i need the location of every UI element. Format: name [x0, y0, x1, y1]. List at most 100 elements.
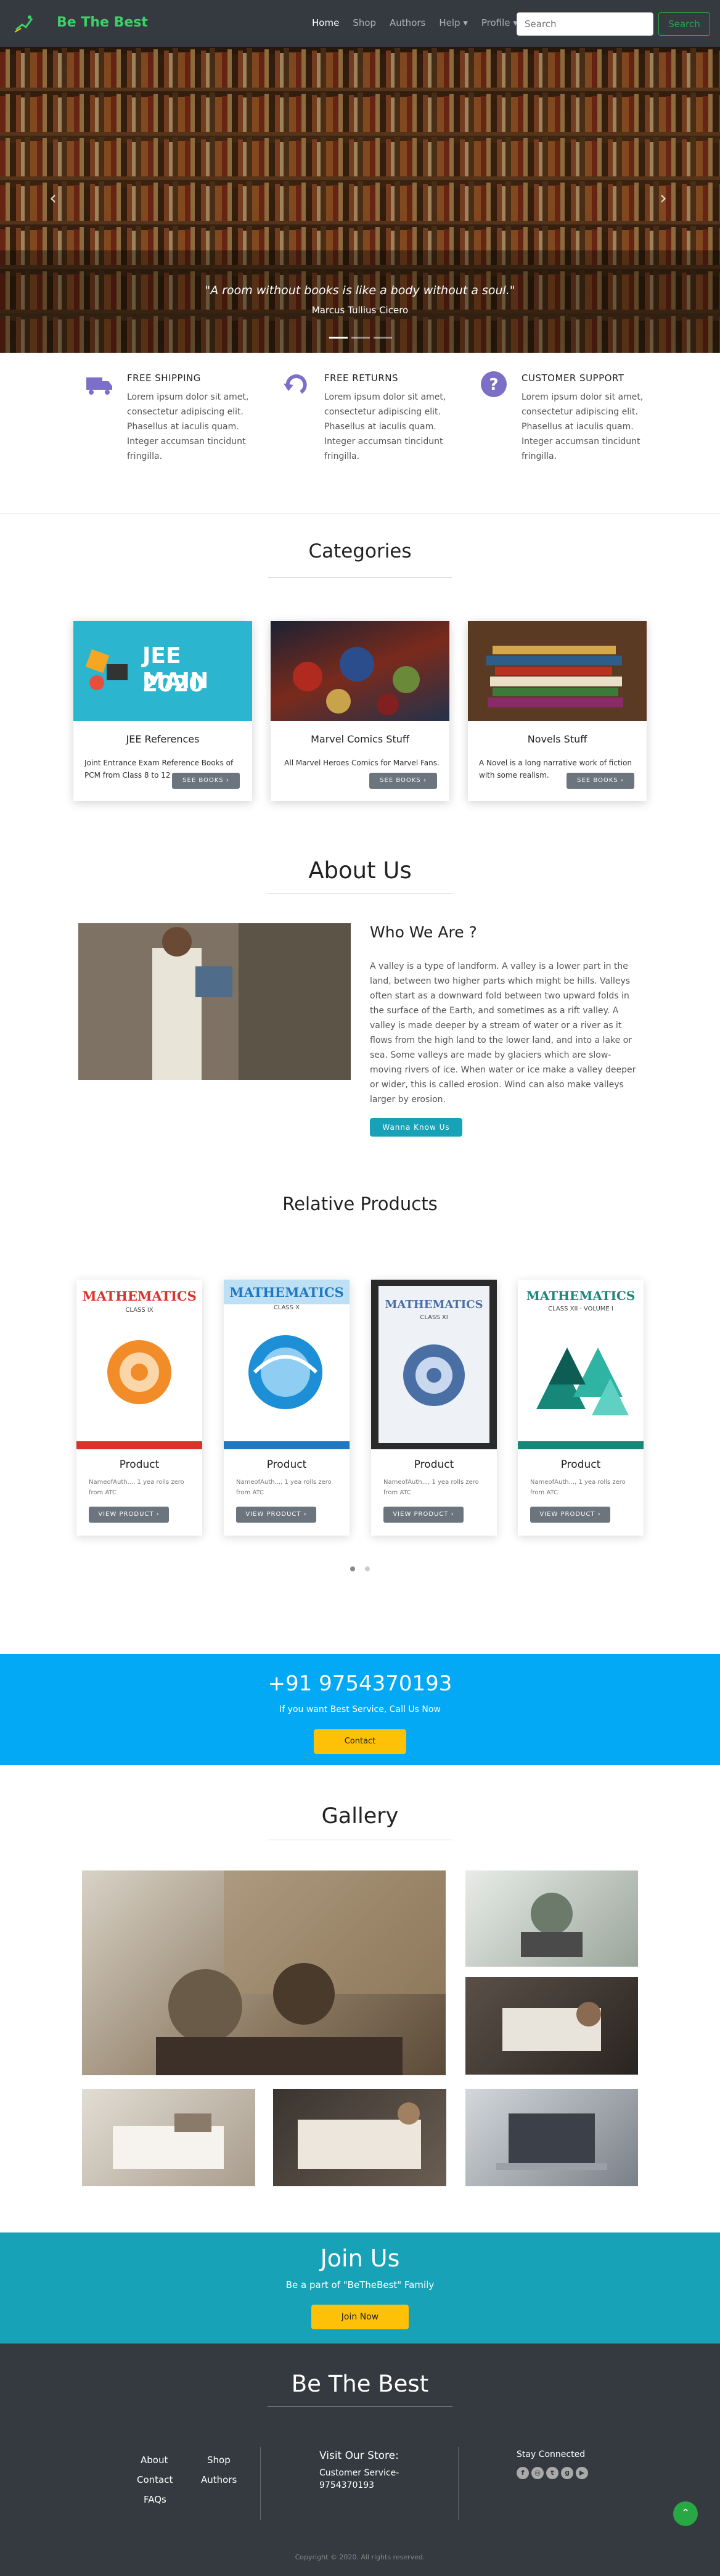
footer-separator: [458, 2447, 459, 2520]
hero-quote: "A room without books is like a body wit…: [205, 284, 515, 297]
see-books-button[interactable]: SEE BOOKS ›: [369, 773, 437, 789]
footer-title-underline: [268, 2406, 452, 2407]
nav-link-authors[interactable]: Authors: [390, 17, 425, 28]
gallery-image-large[interactable]: [82, 1870, 446, 2075]
instagram-icon[interactable]: ◎: [531, 2467, 544, 2479]
truck-icon: [86, 377, 112, 395]
category-name: JEE References: [126, 733, 200, 745]
gallery-desk-graphic: [298, 2102, 421, 2169]
footer-store-title: Visit Our Store:: [319, 2450, 399, 2462]
footer: Be The Best About Contact FAQs Shop Auth…: [0, 2344, 720, 2576]
gallery-image[interactable]: [273, 2089, 446, 2186]
join-now-button[interactable]: Join Now: [311, 2305, 409, 2329]
footer-link-about[interactable]: About: [141, 2455, 168, 2466]
category-card-jee: JEE MAIN 2020 JEE References Joint Entra…: [73, 621, 252, 801]
footer-link-contact[interactable]: Contact: [137, 2474, 173, 2485]
wanna-know-us-button[interactable]: Wanna Know Us: [370, 1118, 462, 1137]
carousel-prev-icon[interactable]: ‹: [49, 187, 57, 209]
brand-name[interactable]: Be The Best: [57, 15, 148, 30]
twitter-icon[interactable]: t: [546, 2467, 558, 2479]
nav-link-home[interactable]: Home: [312, 17, 339, 28]
gallery-image[interactable]: [82, 2089, 255, 2186]
footer-title: Be The Best: [291, 2371, 429, 2397]
carousel-next-icon[interactable]: ›: [660, 187, 667, 209]
view-product-button[interactable]: VIEW PRODUCT ›: [89, 1507, 169, 1523]
view-product-button[interactable]: VIEW PRODUCT ›: [236, 1507, 316, 1523]
carousel-indicators: [329, 337, 392, 339]
products-title: Relative Products: [282, 1193, 438, 1214]
footer-link-faqs[interactable]: FAQs: [144, 2494, 166, 2505]
nav-link-shop[interactable]: Shop: [353, 17, 376, 28]
about-title: About Us: [308, 857, 412, 884]
nav-links: Home Shop Authors Help ▾ Profile ▾: [312, 17, 518, 28]
gallery-image[interactable]: [465, 1977, 638, 2075]
footer-store-service: Customer Service-: [319, 2468, 399, 2478]
see-books-button[interactable]: SEE BOOKS ›: [567, 773, 634, 789]
search-input[interactable]: Search: [517, 12, 653, 36]
cover-subtitle: CLASS IX: [125, 1307, 153, 1314]
youtube-icon[interactable]: ▶: [576, 2467, 588, 2479]
gallery-writing-graphic: [502, 2002, 601, 2051]
cover-subtitle: CLASS XII · VOLUME I: [548, 1306, 613, 1312]
contact-button[interactable]: Contact: [314, 1729, 406, 1754]
title-underline: [268, 577, 452, 578]
join-us-banner: Join Us Be a part of "BeTheBest" Family …: [0, 2232, 720, 2344]
cover-art-graphic: [536, 1348, 629, 1415]
navbar: Be The Best Home Shop Authors Help ▾ Pro…: [0, 0, 720, 47]
gallery-image[interactable]: [465, 1870, 638, 1967]
social-icons: f ◎ t g ▶: [517, 2467, 588, 2479]
product-cover-image: MATHEMATICS CLASS XII · VOLUME I: [518, 1280, 644, 1449]
facebook-icon[interactable]: f: [517, 2467, 529, 2479]
product-cover-image: MATHEMATICS CLASS XI: [371, 1280, 497, 1449]
scroll-to-top-icon[interactable]: ⌃: [673, 2501, 698, 2526]
feature-text: Lorem ipsum dolor sit amet, consectetur …: [127, 392, 249, 461]
feature-text: Lorem ipsum dolor sit amet, consectetur …: [522, 392, 644, 461]
view-product-button[interactable]: VIEW PRODUCT ›: [530, 1507, 610, 1523]
product-card: MATHEMATICS CLASS X Product NameofAuth..…: [224, 1280, 350, 1536]
cover-title: MATHEMATICS: [82, 1288, 197, 1304]
footer-separator: [260, 2447, 261, 2520]
return-arrow-icon: [284, 374, 307, 394]
runner-logo-icon[interactable]: [14, 14, 36, 33]
product-text: NameofAuth..., 1 yea rolls zero from ATC: [530, 1479, 626, 1496]
gallery-image[interactable]: [465, 2089, 638, 2186]
nav-link-help[interactable]: Help ▾: [439, 17, 468, 28]
see-books-button[interactable]: SEE BOOKS ›: [172, 773, 240, 789]
google-plus-icon[interactable]: g: [561, 2467, 573, 2479]
product-name: Product: [266, 1459, 307, 1471]
carousel-dot[interactable]: [350, 1566, 355, 1571]
gallery-notebook-graphic: [113, 2113, 224, 2169]
marvel-heroes-image: [271, 621, 449, 721]
footer-stay-connected: Stay Connected: [517, 2450, 586, 2459]
footer-copyright: Copyright © 2020. All rights reserved.: [295, 2553, 425, 2561]
call-text: If you want Best Service, Call Us Now: [279, 1705, 441, 1714]
carousel-indicator[interactable]: [329, 337, 348, 339]
book-stack-graphic: [486, 646, 623, 707]
jee-banner-image: JEE MAIN 2020: [73, 621, 252, 721]
product-text: NameofAuth..., 1 yea rolls zero from ATC: [89, 1479, 184, 1496]
carousel-indicator[interactable]: [374, 337, 392, 339]
view-product-button[interactable]: VIEW PRODUCT ›: [383, 1507, 464, 1523]
feature-title: CUSTOMER SUPPORT: [522, 372, 624, 384]
hero-quote-author: Marcus Tullius Cicero: [311, 305, 409, 316]
product-card: MATHEMATICS CLASS XI Product NameofAuth.…: [371, 1280, 497, 1536]
nav-link-profile[interactable]: Profile ▾: [481, 17, 518, 28]
about-text: A valley is a type of landform. A valley…: [370, 961, 636, 1105]
product-name: Product: [560, 1459, 601, 1471]
product-cover-image: MATHEMATICS CLASS IX: [76, 1280, 202, 1449]
call-phone[interactable]: +91 9754370193: [0, 1671, 720, 1696]
carousel-dot[interactable]: [365, 1566, 370, 1571]
question-icon: ?: [481, 371, 507, 397]
categories-title: Categories: [308, 540, 412, 562]
cover-art-graphic: [403, 1344, 465, 1406]
svg-text:?: ?: [489, 376, 498, 394]
category-card-novels: Novels Stuff A Novel is a long narrative…: [468, 621, 647, 801]
cover-art-graphic: [248, 1335, 322, 1409]
feature-text: Lorem ipsum dolor sit amet, consectetur …: [324, 392, 446, 461]
search-button[interactable]: Search: [658, 12, 710, 36]
footer-link-authors[interactable]: Authors: [201, 2474, 237, 2485]
product-cover-image: MATHEMATICS CLASS X: [224, 1280, 350, 1449]
carousel-indicator[interactable]: [351, 337, 370, 339]
footer-link-shop[interactable]: Shop: [207, 2455, 231, 2466]
footer-store-phone[interactable]: 9754370193: [319, 2480, 374, 2490]
